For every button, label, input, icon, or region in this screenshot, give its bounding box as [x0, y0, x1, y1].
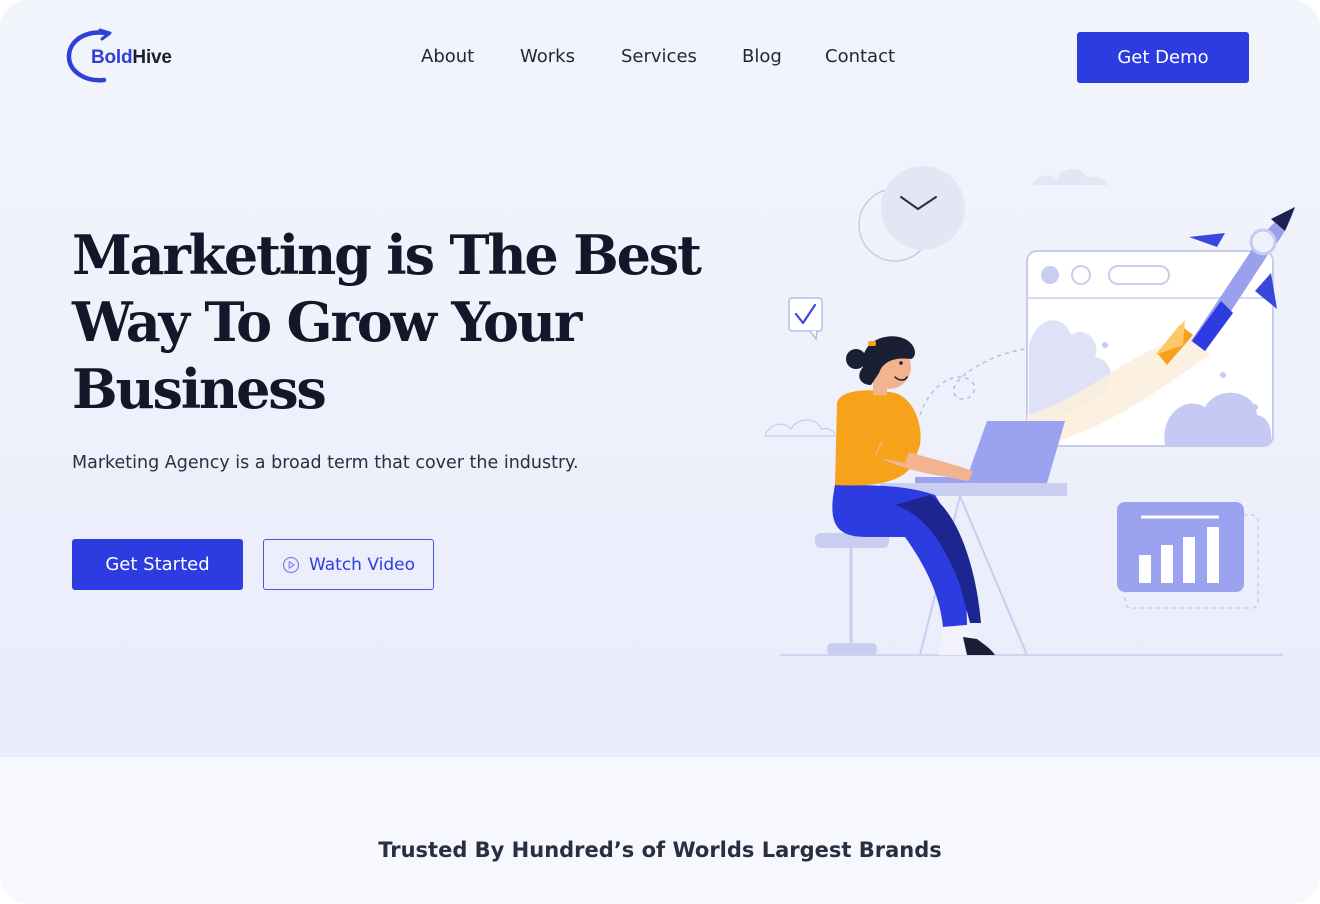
hero-headline: Marketing is The Best Way To Grow Your B…: [72, 222, 712, 423]
hero-section: BoldHive About Works Services Blog Conta…: [0, 0, 1320, 757]
nav-services[interactable]: Services: [621, 46, 697, 67]
trusted-brands-heading: Trusted By Hundred’s of Worlds Largest B…: [378, 838, 942, 862]
hero-headline-line-1: Marketing is The Best: [72, 223, 702, 287]
hero-headline-line-3: Business: [72, 357, 327, 421]
watch-video-button[interactable]: Watch Video: [263, 539, 434, 590]
brand-logo[interactable]: BoldHive: [66, 28, 196, 84]
brand-name-part2: Hive: [132, 47, 172, 68]
hero-subtext: Marketing Agency is a broad term that co…: [72, 453, 579, 473]
play-circle-icon: [282, 556, 300, 573]
brand-name-part1: Bold: [91, 47, 133, 68]
hero-headline-line-2: Way To Grow Your: [72, 290, 582, 354]
get-demo-button[interactable]: Get Demo: [1077, 32, 1249, 83]
nav-blog[interactable]: Blog: [742, 46, 782, 67]
watch-video-label: Watch Video: [309, 554, 415, 575]
bar-chart-icon: [1117, 502, 1259, 609]
nav-works[interactable]: Works: [520, 46, 575, 67]
clock-icon: [858, 166, 965, 262]
get-started-button[interactable]: Get Started: [72, 539, 243, 590]
landing-page: BoldHive About Works Services Blog Conta…: [0, 0, 1320, 904]
nav-about[interactable]: About: [421, 46, 474, 67]
checkmark-chat-icon: [788, 297, 823, 341]
nav-contact[interactable]: Contact: [825, 46, 895, 67]
hero-illustration: [764, 166, 1295, 656]
brand-name: BoldHive: [91, 47, 172, 69]
cloud-icon: [1033, 168, 1108, 185]
